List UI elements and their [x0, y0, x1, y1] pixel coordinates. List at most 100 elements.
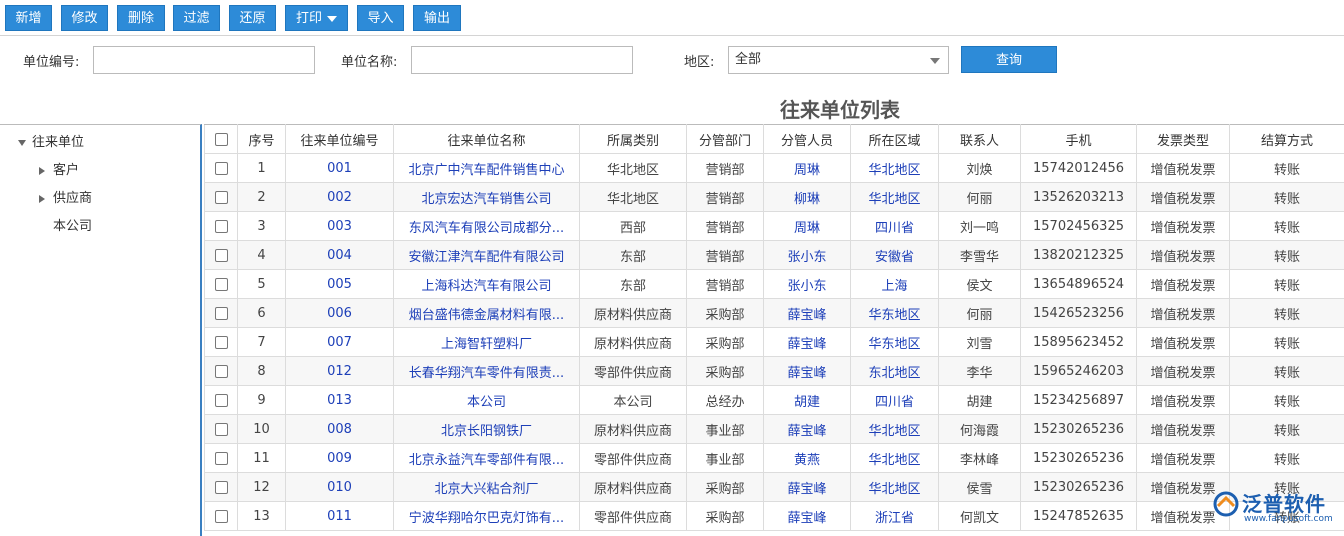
row-checkbox[interactable] [204, 298, 238, 328]
delete-button[interactable]: 删除 [117, 5, 165, 31]
table-cell[interactable]: 北京永益汽车零部件有限... [393, 443, 580, 473]
table-cell[interactable]: 012 [285, 356, 394, 386]
row-checkbox[interactable] [204, 385, 238, 415]
table-cell[interactable]: 安徽江津汽车配件有限公司 [393, 240, 580, 270]
table-row[interactable]: 1 001 北京广中汽车配件销售中心 华北地区 营销部 周琳 华北地区 刘焕 157420124… [204, 153, 1344, 183]
name-input[interactable] [411, 46, 633, 74]
table-cell[interactable]: 胡建 [763, 385, 851, 415]
row-checkbox[interactable] [204, 327, 238, 357]
table-cell[interactable]: 上海智轩塑料厂 [393, 327, 580, 357]
column-header[interactable]: 往来单位名称 [393, 124, 580, 154]
edit-button[interactable]: 修改 [61, 5, 108, 31]
table-cell[interactable]: 张小东 [763, 240, 851, 270]
table-row[interactable]: 5 005 上海科达汽车有限公司 东部 营销部 张小东 上海 侯文 13654896524 增值税… [204, 269, 1344, 299]
row-checkbox[interactable] [204, 153, 238, 183]
row-checkbox[interactable] [204, 240, 238, 270]
table-cell[interactable]: 安徽省 [850, 240, 939, 270]
region-select[interactable]: 全部 [728, 46, 949, 74]
table-cell[interactable]: 001 [285, 153, 394, 183]
table-cell[interactable]: 华北地区 [850, 182, 939, 212]
row-checkbox[interactable] [204, 472, 238, 502]
column-header[interactable]: 所在区域 [850, 124, 939, 154]
restore-button[interactable]: 还原 [229, 5, 276, 31]
table-cell[interactable]: 013 [285, 385, 394, 415]
table-cell[interactable]: 007 [285, 327, 394, 357]
table-cell[interactable]: 北京宏达汽车销售公司 [393, 182, 580, 212]
table-row[interactable]: 10 008 北京长阳钢铁厂 原材料供应商 事业部 薛宝峰 华北地区 何海霞 152302652… [204, 414, 1344, 444]
code-input[interactable] [93, 46, 315, 74]
table-cell[interactable]: 华北地区 [850, 153, 939, 183]
table-cell[interactable]: 薛宝峰 [763, 356, 851, 386]
export-button[interactable]: 输出 [413, 5, 461, 31]
table-cell[interactable]: 四川省 [850, 385, 939, 415]
table-cell[interactable]: 上海科达汽车有限公司 [393, 269, 580, 299]
column-header[interactable]: 序号 [237, 124, 286, 154]
table-cell[interactable]: 本公司 [393, 385, 580, 415]
table-cell[interactable]: 华北地区 [850, 472, 939, 502]
filter-button[interactable]: 过滤 [173, 5, 220, 31]
row-checkbox[interactable] [204, 414, 238, 444]
table-cell[interactable]: 004 [285, 240, 394, 270]
table-cell[interactable]: 浙江省 [850, 501, 939, 531]
row-checkbox[interactable] [204, 182, 238, 212]
table-row[interactable]: 2 002 北京宏达汽车销售公司 华北地区 营销部 柳琳 华北地区 何丽 13526203213… [204, 182, 1344, 212]
table-row[interactable]: 8 012 长春华翔汽车零件有限责... 零部件供应商 采购部 薛宝峰 东北地区 李华 1596… [204, 356, 1344, 386]
table-cell[interactable]: 烟台盛伟德金属材料有限... [393, 298, 580, 328]
table-cell[interactable]: 011 [285, 501, 394, 531]
column-header[interactable]: 所属类别 [579, 124, 687, 154]
table-cell[interactable]: 东北地区 [850, 356, 939, 386]
table-row[interactable]: 9 013 本公司 本公司 总经办 胡建 四川省 胡建 15234256897 增值税发票 转账 [204, 385, 1344, 415]
table-row[interactable]: 3 003 东风汽车有限公司成都分... 西部 营销部 周琳 四川省 刘一鸣 157024563… [204, 211, 1344, 241]
table-cell[interactable]: 北京大兴粘合剂厂 [393, 472, 580, 502]
select-all-checkbox[interactable] [204, 124, 238, 154]
table-cell[interactable]: 华北地区 [850, 414, 939, 444]
table-cell[interactable]: 北京长阳钢铁厂 [393, 414, 580, 444]
table-cell[interactable]: 薛宝峰 [763, 414, 851, 444]
table-cell[interactable]: 003 [285, 211, 394, 241]
table-cell[interactable]: 002 [285, 182, 394, 212]
table-row[interactable]: 7 007 上海智轩塑料厂 原材料供应商 采购部 薛宝峰 华东地区 刘雪 15895623452… [204, 327, 1344, 357]
table-cell[interactable]: 005 [285, 269, 394, 299]
row-checkbox[interactable] [204, 356, 238, 386]
row-checkbox[interactable] [204, 211, 238, 241]
table-cell[interactable]: 上海 [850, 269, 939, 299]
row-checkbox[interactable] [204, 501, 238, 531]
column-header[interactable]: 结算方式 [1229, 124, 1344, 154]
table-cell[interactable]: 薛宝峰 [763, 501, 851, 531]
add-button[interactable]: 新增 [5, 5, 52, 31]
table-cell[interactable]: 华东地区 [850, 298, 939, 328]
row-checkbox[interactable] [204, 443, 238, 473]
table-cell[interactable]: 006 [285, 298, 394, 328]
table-cell[interactable]: 薛宝峰 [763, 327, 851, 357]
table-row[interactable]: 12 010 北京大兴粘合剂厂 原材料供应商 采购部 薛宝峰 华北地区 侯雪 152302652… [204, 472, 1344, 502]
table-row[interactable]: 4 004 安徽江津汽车配件有限公司 东部 营销部 张小东 安徽省 李雪华 1382021232… [204, 240, 1344, 270]
print-button[interactable]: 打印 [285, 5, 348, 31]
table-cell[interactable]: 张小东 [763, 269, 851, 299]
column-header[interactable]: 发票类型 [1136, 124, 1230, 154]
import-button[interactable]: 导入 [357, 5, 404, 31]
table-cell[interactable]: 宁波华翔哈尔巴克灯饰有... [393, 501, 580, 531]
table-cell[interactable]: 薛宝峰 [763, 298, 851, 328]
tree-node-supplier[interactable]: 供应商 [39, 187, 92, 206]
table-cell[interactable]: 东风汽车有限公司成都分... [393, 211, 580, 241]
column-header[interactable]: 手机 [1020, 124, 1137, 154]
tree-node-own-company[interactable]: 本公司 [53, 215, 92, 234]
table-cell[interactable]: 薛宝峰 [763, 472, 851, 502]
table-cell[interactable]: 柳琳 [763, 182, 851, 212]
table-cell[interactable]: 010 [285, 472, 394, 502]
column-header[interactable]: 联系人 [938, 124, 1021, 154]
column-header[interactable]: 往来单位编号 [285, 124, 394, 154]
table-cell[interactable]: 北京广中汽车配件销售中心 [393, 153, 580, 183]
tree-node-customer[interactable]: 客户 [39, 159, 79, 178]
table-cell[interactable]: 黄燕 [763, 443, 851, 473]
table-row[interactable]: 6 006 烟台盛伟德金属材料有限... 原材料供应商 采购部 薛宝峰 华东地区 何丽 1542… [204, 298, 1344, 328]
table-cell[interactable]: 华东地区 [850, 327, 939, 357]
table-row[interactable]: 11 009 北京永益汽车零部件有限... 零部件供应商 事业部 黄燕 华北地区 李林峰 152… [204, 443, 1344, 473]
table-cell[interactable]: 华北地区 [850, 443, 939, 473]
row-checkbox[interactable] [204, 269, 238, 299]
column-header[interactable]: 分管部门 [686, 124, 764, 154]
table-cell[interactable]: 008 [285, 414, 394, 444]
column-header[interactable]: 分管人员 [763, 124, 851, 154]
table-row[interactable]: 13 011 宁波华翔哈尔巴克灯饰有... 零部件供应商 采购部 薛宝峰 浙江省 何凯文 152… [204, 501, 1344, 531]
table-cell[interactable]: 长春华翔汽车零件有限责... [393, 356, 580, 386]
